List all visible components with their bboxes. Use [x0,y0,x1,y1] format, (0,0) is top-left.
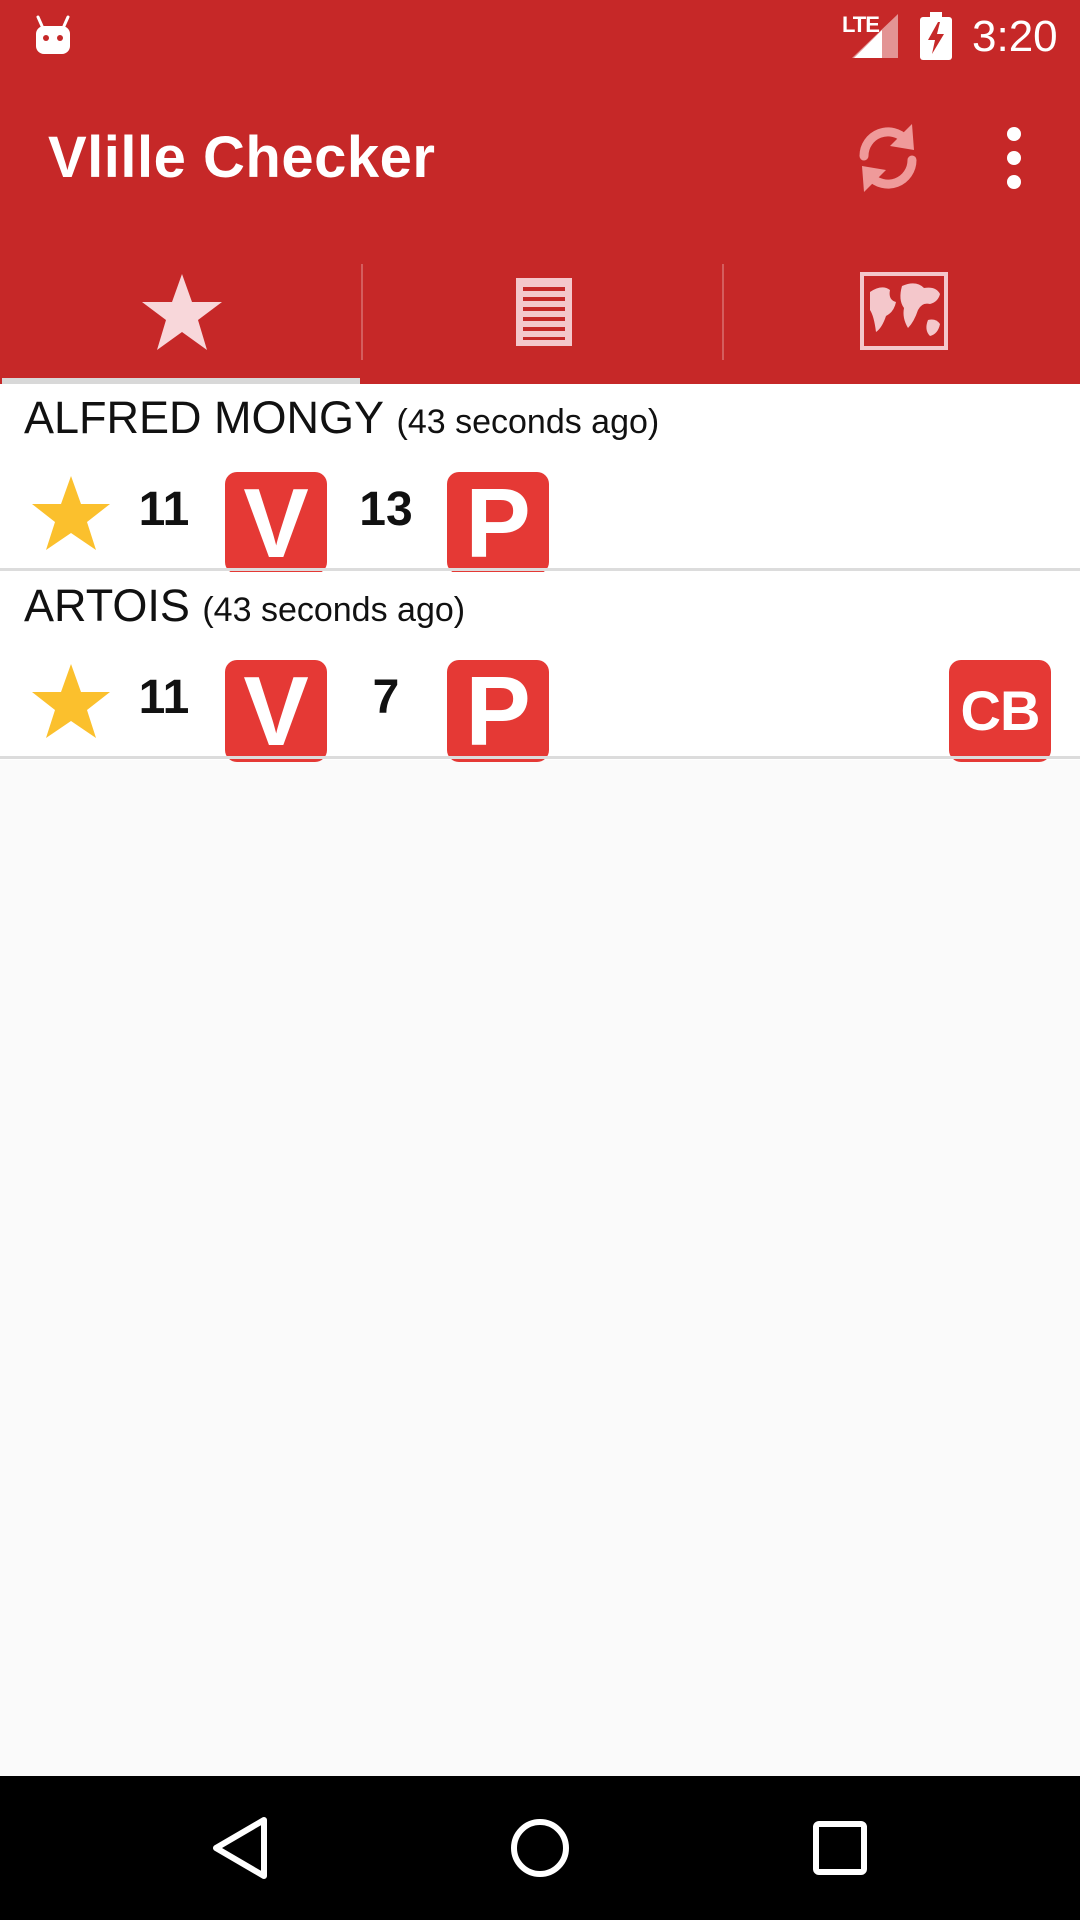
tab-favorites[interactable] [0,264,360,384]
tab-list[interactable] [362,264,722,384]
station-row[interactable]: ARTOIS (43 seconds ago) 11 V 7 P CB [0,572,1080,762]
slots-count: 7 [372,671,400,724]
bikes-count: 11 [138,483,190,536]
favorite-star-icon[interactable] [30,472,112,554]
overflow-menu-icon[interactable] [994,126,1034,190]
app-bar: LTE 3:20 Vlille Checker [0,0,1080,384]
favorite-star-icon[interactable] [30,660,112,742]
credit-card-badge: CB [949,660,1051,762]
row-divider [0,756,1080,759]
world-map-icon [860,272,948,350]
tab-bar [0,264,1080,384]
navigation-bar [0,1776,1080,1920]
list-icon [516,278,572,346]
clock: 3:20 [972,12,1058,61]
bikes-count: 11 [138,671,190,724]
station-header: ALFRED MONGY (43 seconds ago) [24,392,659,444]
battery-charging-icon [920,12,952,60]
station-header: ARTOIS (43 seconds ago) [24,580,465,632]
signal-icon [852,14,898,58]
row-divider [0,568,1080,571]
android-notification-icon [36,15,70,54]
refresh-icon[interactable] [848,118,928,198]
back-icon[interactable] [204,1812,276,1884]
station-name: ALFRED MONGY [24,392,385,443]
station-updated-time: (43 seconds ago) [396,403,660,441]
tab-map[interactable] [724,264,1080,384]
station-name: ARTOIS [24,580,190,631]
bikes-badge: V [225,472,327,574]
parking-badge: P [447,472,549,574]
star-icon [142,274,222,350]
slots-count: 13 [359,483,413,536]
recents-icon[interactable] [804,1812,876,1884]
app-title: Vlille Checker [48,125,436,190]
station-updated-time: (43 seconds ago) [202,591,466,629]
status-bar: LTE 3:20 [0,0,1080,72]
home-icon[interactable] [504,1812,576,1884]
bikes-badge: V [225,660,327,762]
parking-badge: P [447,660,549,762]
station-row[interactable]: ALFRED MONGY (43 seconds ago) 11 V 13 P [0,384,1080,574]
